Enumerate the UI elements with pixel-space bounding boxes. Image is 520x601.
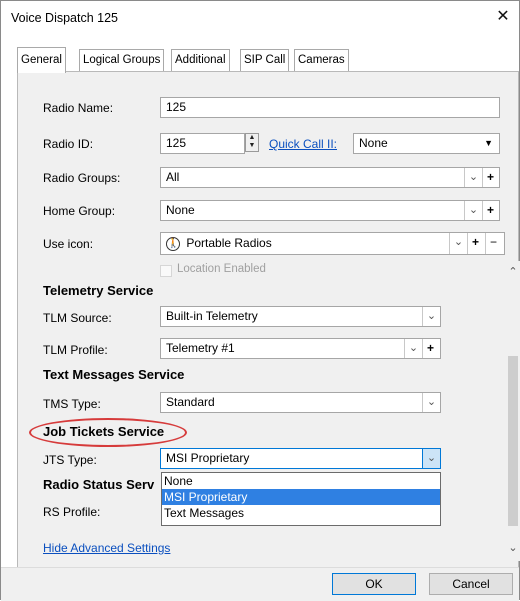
walking-person-icon: 🚶 [166, 236, 180, 251]
text-messages-section-title: Text Messages Service [43, 367, 185, 382]
chevron-down-icon[interactable]: ⌄ [422, 449, 440, 468]
jts-type-select[interactable]: MSI Proprietary ⌄ [160, 448, 441, 469]
cancel-button[interactable]: Cancel [429, 573, 513, 595]
chevron-down-icon[interactable]: ⌄ [404, 339, 422, 358]
jts-type-dropdown-list: None MSI Proprietary Text Messages [161, 472, 441, 526]
tms-type-value: Standard [166, 395, 215, 409]
chevron-down-icon[interactable]: ⌄ [422, 307, 440, 326]
window-title: Voice Dispatch 125 [11, 11, 119, 25]
scroll-down-icon[interactable]: ⌄ [506, 541, 520, 555]
tlm-profile-value: Telemetry #1 [166, 341, 235, 355]
tab-cameras[interactable]: Cameras [294, 49, 349, 71]
chevron-down-icon[interactable]: ⌄ [464, 168, 482, 187]
radio-groups-value: All [166, 170, 180, 184]
radio-id-input[interactable]: 125 [160, 133, 245, 154]
dropdown-option-msi-proprietary[interactable]: MSI Proprietary [162, 489, 440, 505]
scroll-up-icon[interactable]: ⌃ [506, 265, 520, 279]
scrollbar-thumb[interactable] [508, 356, 518, 526]
use-icon-label: Use icon: [43, 237, 94, 251]
chevron-down-icon[interactable]: ⌄ [449, 233, 467, 254]
use-icon-select[interactable]: 🚶 Portable Radios ⌄ + − [160, 232, 505, 255]
radio-id-spinner[interactable]: ▲ ▼ [245, 133, 259, 152]
tlm-profile-select[interactable]: Telemetry #1 ⌄ + [160, 338, 441, 359]
quick-call-select[interactable]: None ▼ [353, 133, 500, 154]
add-home-group-button[interactable]: + [482, 201, 498, 220]
jts-type-value: MSI Proprietary [166, 451, 250, 465]
ok-button[interactable]: OK [332, 573, 416, 595]
radio-groups-label: Radio Groups: [43, 171, 121, 185]
radio-name-label: Radio Name: [43, 101, 114, 115]
location-enabled-checkbox[interactable] [160, 265, 172, 277]
home-group-label: Home Group: [43, 204, 116, 218]
home-group-value: None [166, 203, 195, 217]
location-enabled-label: Location Enabled [177, 263, 266, 275]
close-icon[interactable]: ✕ [493, 8, 513, 28]
dropdown-option-text-messages[interactable]: Text Messages [162, 505, 440, 521]
hide-advanced-settings-link[interactable]: Hide Advanced Settings [43, 541, 170, 555]
rs-profile-label: RS Profile: [43, 505, 101, 519]
quick-call-link[interactable]: Quick Call II: [269, 137, 337, 151]
tlm-source-select[interactable]: Built-in Telemetry ⌄ [160, 306, 441, 327]
radio-id-label: Radio ID: [43, 137, 94, 151]
tlm-source-value: Built-in Telemetry [166, 309, 258, 323]
tms-type-label: TMS Type: [43, 397, 101, 411]
chevron-down-icon[interactable]: ⌄ [464, 201, 482, 220]
tlm-profile-label: TLM Profile: [43, 343, 108, 357]
dialog-window: Voice Dispatch 125 ✕ General Logical Gro… [0, 0, 520, 601]
radio-name-input[interactable]: 125 [160, 97, 500, 118]
tab-logical-groups[interactable]: Logical Groups [79, 49, 165, 71]
spin-down-icon[interactable]: ▼ [246, 142, 258, 150]
use-icon-value: Portable Radios [186, 236, 272, 250]
remove-icon-button[interactable]: − [485, 233, 501, 254]
spin-up-icon[interactable]: ▲ [246, 134, 258, 142]
caret-down-icon: ▼ [484, 138, 493, 148]
tab-additional[interactable]: Additional [171, 49, 230, 71]
add-icon-button[interactable]: + [467, 233, 483, 254]
add-radio-group-button[interactable]: + [482, 168, 498, 187]
radio-groups-select[interactable]: All ⌄ + [160, 167, 500, 188]
vertical-scrollbar[interactable]: ⌃ ⌄ [506, 261, 520, 561]
tms-type-select[interactable]: Standard ⌄ [160, 392, 441, 413]
title-bar: Voice Dispatch 125 ✕ [1, 1, 519, 35]
tab-sip-call[interactable]: SIP Call [240, 49, 290, 71]
home-group-select[interactable]: None ⌄ + [160, 200, 500, 221]
tab-general[interactable]: General [17, 47, 66, 73]
telemetry-section-title: Telemetry Service [43, 283, 154, 298]
chevron-down-icon[interactable]: ⌄ [422, 393, 440, 412]
tlm-source-label: TLM Source: [43, 311, 112, 325]
quick-call-value: None [359, 136, 388, 150]
job-tickets-section-title: Job Tickets Service [43, 424, 165, 439]
dropdown-option-none[interactable]: None [162, 473, 440, 489]
radio-status-section-title: Radio Status Serv [43, 477, 155, 492]
jts-type-label: JTS Type: [43, 453, 97, 467]
add-tlm-profile-button[interactable]: + [422, 339, 438, 358]
